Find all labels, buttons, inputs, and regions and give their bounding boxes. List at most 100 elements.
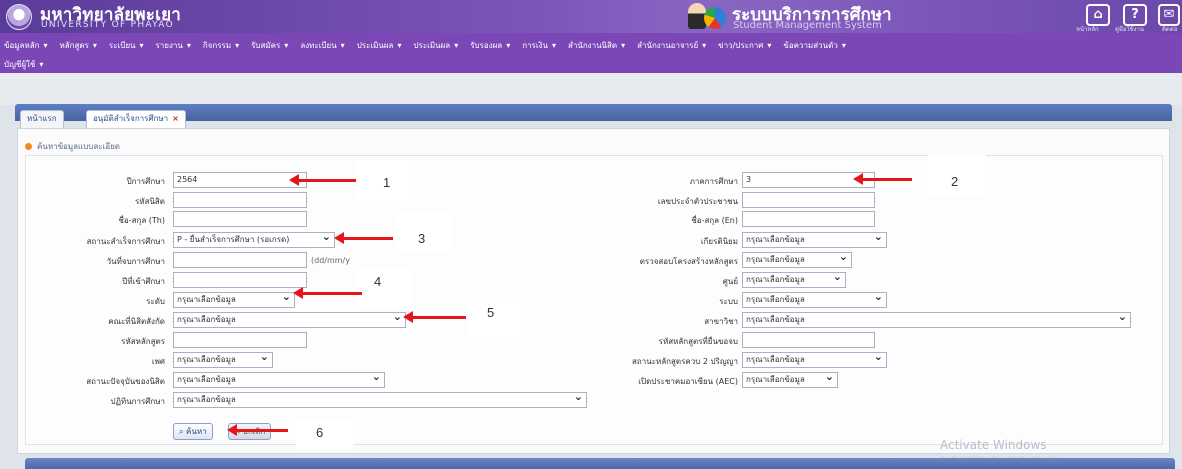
annotation-box-6 xyxy=(296,420,354,450)
double-degree-status-select[interactable]: กรุณาเลือกข้อมูล xyxy=(742,352,887,368)
menu-item-evaluation-2[interactable]: ประเมินผล ▾ xyxy=(413,39,458,52)
tab-area xyxy=(0,73,1182,105)
annotation-number-4: 4 xyxy=(374,274,382,289)
label-graduation-status: สถานะสำเร็จการศึกษา xyxy=(86,237,165,246)
menu-item-records[interactable]: ระเบียน ▾ xyxy=(109,39,144,52)
menu-item-messages[interactable]: ข้อความส่วนตัว ▾ xyxy=(783,39,845,52)
help-icon[interactable]: ? xyxy=(1123,4,1147,26)
menu-item-finance[interactable]: การเงิน ▾ xyxy=(522,39,556,52)
label-academic-calendar: ปฏิทินการศึกษา xyxy=(110,397,165,406)
mail-icon[interactable]: ✉ xyxy=(1158,4,1180,26)
menu-item-registration[interactable]: ลงทะเบียน ▾ xyxy=(300,39,344,52)
annotation-arrow-1 xyxy=(289,174,356,186)
label-honors: เกียรตินิยม xyxy=(700,237,738,246)
chevron-down-icon: ▾ xyxy=(506,41,511,50)
menu-item-admissions[interactable]: รับสมัคร ▾ xyxy=(251,39,288,52)
annotation-box-4 xyxy=(355,267,413,307)
annotation-arrow-5 xyxy=(403,311,466,323)
chevron-down-icon: ▾ xyxy=(186,41,191,50)
name-en-input[interactable] xyxy=(742,211,875,227)
level-select[interactable]: กรุณาเลือกข้อมูล xyxy=(173,292,295,308)
label-citizen-id: เลขประจำตัวประชาชน xyxy=(657,197,738,206)
close-icon[interactable]: × xyxy=(172,114,179,123)
menu-item-reports[interactable]: รายงาน ▾ xyxy=(155,39,190,52)
menu-item-certification[interactable]: รับรองผล ▾ xyxy=(470,39,510,52)
curriculum-check-select[interactable]: กรุณาเลือกข้อมูล xyxy=(742,252,852,268)
home-icon[interactable]: ⌂ xyxy=(1086,4,1110,26)
label-curriculum-check: ตรวจสอบโครงสร้างหลักสูตร xyxy=(639,257,738,266)
chevron-down-icon: ▾ xyxy=(39,60,44,69)
annotation-number-5: 5 xyxy=(487,305,495,320)
system-name-en: Student Management System xyxy=(733,20,882,31)
menu-item-master-data[interactable]: ข้อมูลหลัก ▾ xyxy=(4,39,47,52)
tab-bar xyxy=(15,104,1172,121)
label-graduation-curriculum-code: รหัสหลักสูตรที่ยื่นขอจบ xyxy=(658,337,738,346)
citizen-id-input[interactable] xyxy=(742,192,875,208)
main-menu: ข้อมูลหลัก ▾ หลักสูตร ▾ ระเบียน ▾ รายงาน ▾ ก… xyxy=(0,33,1182,73)
search-icon: ⌕ xyxy=(179,427,187,436)
curriculum-code-input[interactable] xyxy=(173,332,307,348)
graduation-curriculum-code-input[interactable] xyxy=(742,332,875,348)
label-faculty: คณะที่นิสิตสังกัด xyxy=(108,317,165,326)
name-th-input[interactable] xyxy=(173,211,307,227)
label-academic-year: ปีการศึกษา xyxy=(126,177,165,186)
chevron-down-icon: ▾ xyxy=(43,41,48,50)
system-logo-icon xyxy=(688,3,728,29)
academic-year-input[interactable]: 2564 xyxy=(173,172,307,188)
label-center: ศูนย์ xyxy=(722,277,738,286)
annotation-number-6: 6 xyxy=(316,425,324,440)
major-select[interactable]: กรุณาเลือกข้อมูล xyxy=(742,312,1131,328)
label-system: ระบบ xyxy=(719,297,738,306)
faculty-select[interactable]: กรุณาเลือกข้อมูล xyxy=(173,312,406,328)
chevron-down-icon: ▾ xyxy=(397,41,402,50)
center-select[interactable]: กรุณาเลือกข้อมูล xyxy=(742,272,846,288)
menu-item-curriculum[interactable]: หลักสูตร ▾ xyxy=(59,39,96,52)
chevron-down-icon: ▾ xyxy=(841,41,846,50)
menu-item-activities[interactable]: กิจกรรม ▾ xyxy=(203,39,239,52)
label-current-status: สถานะปัจจุบันของนิสิต xyxy=(86,377,165,386)
label-curriculum-code: รหัสหลักสูตร xyxy=(121,337,165,346)
tab-home[interactable]: หน้าแรก xyxy=(20,110,64,128)
chevron-down-icon: ▾ xyxy=(702,41,707,50)
search-button[interactable]: ⌕ ค้นหา xyxy=(173,423,213,440)
chevron-down-icon: ▾ xyxy=(139,41,144,50)
label-double-degree-status: สถานะหลักสูตรควบ 2 ปริญญา xyxy=(632,357,738,366)
graduation-date-input[interactable] xyxy=(173,252,307,268)
menu-row-1: ข้อมูลหลัก ▾ หลักสูตร ▾ ระเบียน ▾ รายงาน ▾ ก… xyxy=(4,39,858,52)
honors-select[interactable]: กรุณาเลือกข้อมูล xyxy=(742,232,887,248)
menu-item-user-account[interactable]: บัญชีผู้ใช้ ▾ xyxy=(4,58,43,71)
entry-year-input[interactable] xyxy=(173,272,307,288)
menu-item-lecturer-office[interactable]: สำนักงานอาจารย์ ▾ xyxy=(637,39,706,52)
academic-calendar-select[interactable]: กรุณาเลือกข้อมูล xyxy=(173,392,587,408)
annotation-arrow-3 xyxy=(334,232,393,244)
student-id-input[interactable] xyxy=(173,192,307,208)
menu-item-evaluation-1[interactable]: ประเมินผล ▾ xyxy=(357,39,402,52)
label-student-id: รหัสนิสิต xyxy=(135,197,165,206)
aec-select[interactable]: กรุณาเลือกข้อมูล xyxy=(742,372,838,388)
menu-row-2: บัญชีผู้ใช้ ▾ xyxy=(4,58,55,71)
label-name-en: ชื่อ-สกุล (En) xyxy=(691,216,738,225)
gender-select[interactable]: กรุณาเลือกข้อมูล xyxy=(173,352,273,368)
current-status-select[interactable]: กรุณาเลือกข้อมูล xyxy=(173,372,385,388)
chevron-down-icon: ▾ xyxy=(92,41,97,50)
results-header-bar xyxy=(25,458,1175,469)
label-gender: เพศ xyxy=(151,357,165,366)
graduation-status-select[interactable]: P - ยื่นสำเร็จการศึกษา (รอเกรด) xyxy=(173,232,335,248)
chevron-down-icon: ▾ xyxy=(235,41,240,50)
label-major: สาขาวิชา xyxy=(704,317,738,326)
chevron-down-icon: ▾ xyxy=(621,41,626,50)
label-aec: เปิดประชาคมอาเซียน (AEC) xyxy=(638,377,738,386)
chevron-down-icon: ▾ xyxy=(454,41,459,50)
annotation-number-1: 1 xyxy=(383,175,391,190)
label-graduation-date: วันที่จบการศึกษา xyxy=(106,257,165,266)
tab-graduation-approval[interactable]: อนุมัติสำเร็จการศึกษา × xyxy=(86,110,186,128)
chevron-down-icon: ▾ xyxy=(551,41,556,50)
annotation-arrow-2 xyxy=(853,173,912,185)
panel-title: ค้นหาข้อมูลแบบละเอียด xyxy=(25,140,120,153)
menu-item-news[interactable]: ข่าว/ประกาศ ▾ xyxy=(718,39,771,52)
menu-item-student-office[interactable]: สำนักงานนิสิต ▾ xyxy=(568,39,625,52)
system-select[interactable]: กรุณาเลือกข้อมูล xyxy=(742,292,887,308)
bullet-icon xyxy=(25,143,32,150)
chevron-down-icon: ▾ xyxy=(340,41,345,50)
label-semester: ภาคการศึกษา xyxy=(689,177,738,186)
